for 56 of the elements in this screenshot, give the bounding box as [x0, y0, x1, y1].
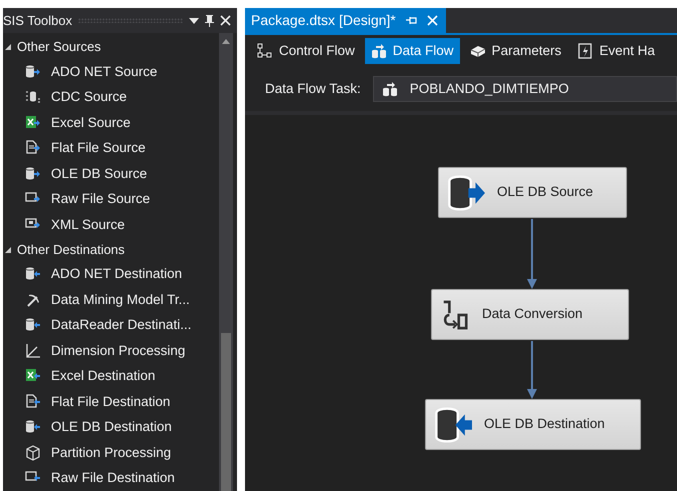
database-arrow-icon: [25, 64, 41, 80]
scrollbar[interactable]: [219, 33, 233, 491]
cube-icon: [25, 444, 41, 461]
flow-icon: [257, 43, 273, 59]
expanded-icon[interactable]: [5, 44, 11, 50]
close-icon[interactable]: [220, 15, 231, 26]
cylinders-icon: [370, 43, 387, 59]
database-arrow-icon: [25, 266, 41, 282]
box-icon: [470, 43, 486, 59]
component-node[interactable]: Data Conversion: [431, 289, 629, 340]
database-dots-icon: [25, 89, 41, 106]
designer-tab[interactable]: Control Flow: [251, 38, 361, 64]
connector-arrow[interactable]: [526, 341, 538, 399]
toolbox-item[interactable]: Partition Processing: [51, 442, 172, 463]
connector-arrow[interactable]: [526, 219, 538, 289]
toolbox-item[interactable]: Excel Source: [51, 112, 131, 133]
database-arrow-icon: [25, 419, 41, 436]
pin-icon[interactable]: [205, 14, 214, 26]
designer-tab[interactable]: Event Ha: [571, 38, 661, 64]
data-flow-task-dropdown[interactable]: POBLANDO_DIMTIEMPO: [372, 76, 677, 102]
field-label: Data Flow Task:: [265, 80, 361, 98]
toolbox-item[interactable]: CDC Source: [51, 87, 127, 108]
toolbox-item[interactable]: OLE DB Destination: [51, 417, 172, 438]
panel-title: SIS Toolbox: [3, 12, 72, 30]
file-arrow-icon: [25, 394, 41, 410]
toolbox-item[interactable]: XML Source: [51, 214, 125, 235]
database-arrow-icon: [25, 166, 41, 182]
toolbox-item[interactable]: Flat File Destination: [51, 392, 170, 412]
toolbox-item[interactable]: Excel Destination: [51, 366, 156, 386]
group-header[interactable]: Other Destinations: [17, 240, 125, 260]
toolbox-item[interactable]: OLE DB Source: [51, 164, 148, 184]
toolbox-item[interactable]: Flat File Source: [51, 138, 146, 158]
expanded-icon[interactable]: [5, 246, 11, 252]
toolbox-item[interactable]: ADO NET Destination: [51, 264, 182, 284]
component-node[interactable]: OLE DB Destination: [425, 399, 641, 450]
designer-tab[interactable]: Data Flow: [364, 38, 460, 64]
spreadsheet-arrow-icon: [25, 114, 41, 131]
group-header[interactable]: Other Sources: [17, 37, 101, 57]
toolbox-item[interactable]: ADO NET Source: [51, 62, 158, 82]
scrollbar-thumb[interactable]: [221, 333, 231, 491]
cylinders-icon: [382, 81, 398, 97]
database-arrow-icon: [434, 406, 472, 444]
database-arrow-icon: [25, 317, 41, 334]
database-arrow-icon: [447, 174, 485, 212]
file-arrow-icon: [25, 140, 41, 156]
scroll-up-icon[interactable]: [222, 39, 230, 44]
toolbox-item[interactable]: Raw File Destination: [51, 468, 175, 488]
toolbox-item[interactable]: Dimension Processing: [51, 340, 186, 361]
designer-tab[interactable]: Parameters: [464, 38, 568, 64]
dropdown-icon[interactable]: [189, 18, 199, 24]
component-node[interactable]: OLE DB Source: [438, 167, 627, 218]
event-icon: [577, 43, 594, 59]
toolbox-item[interactable]: Raw File Source: [51, 189, 150, 210]
toolbox-item[interactable]: Data Mining Model Tr...: [51, 290, 190, 310]
toolbox-item[interactable]: DataReader Destinati...: [51, 315, 192, 336]
axes-icon: [25, 342, 41, 359]
